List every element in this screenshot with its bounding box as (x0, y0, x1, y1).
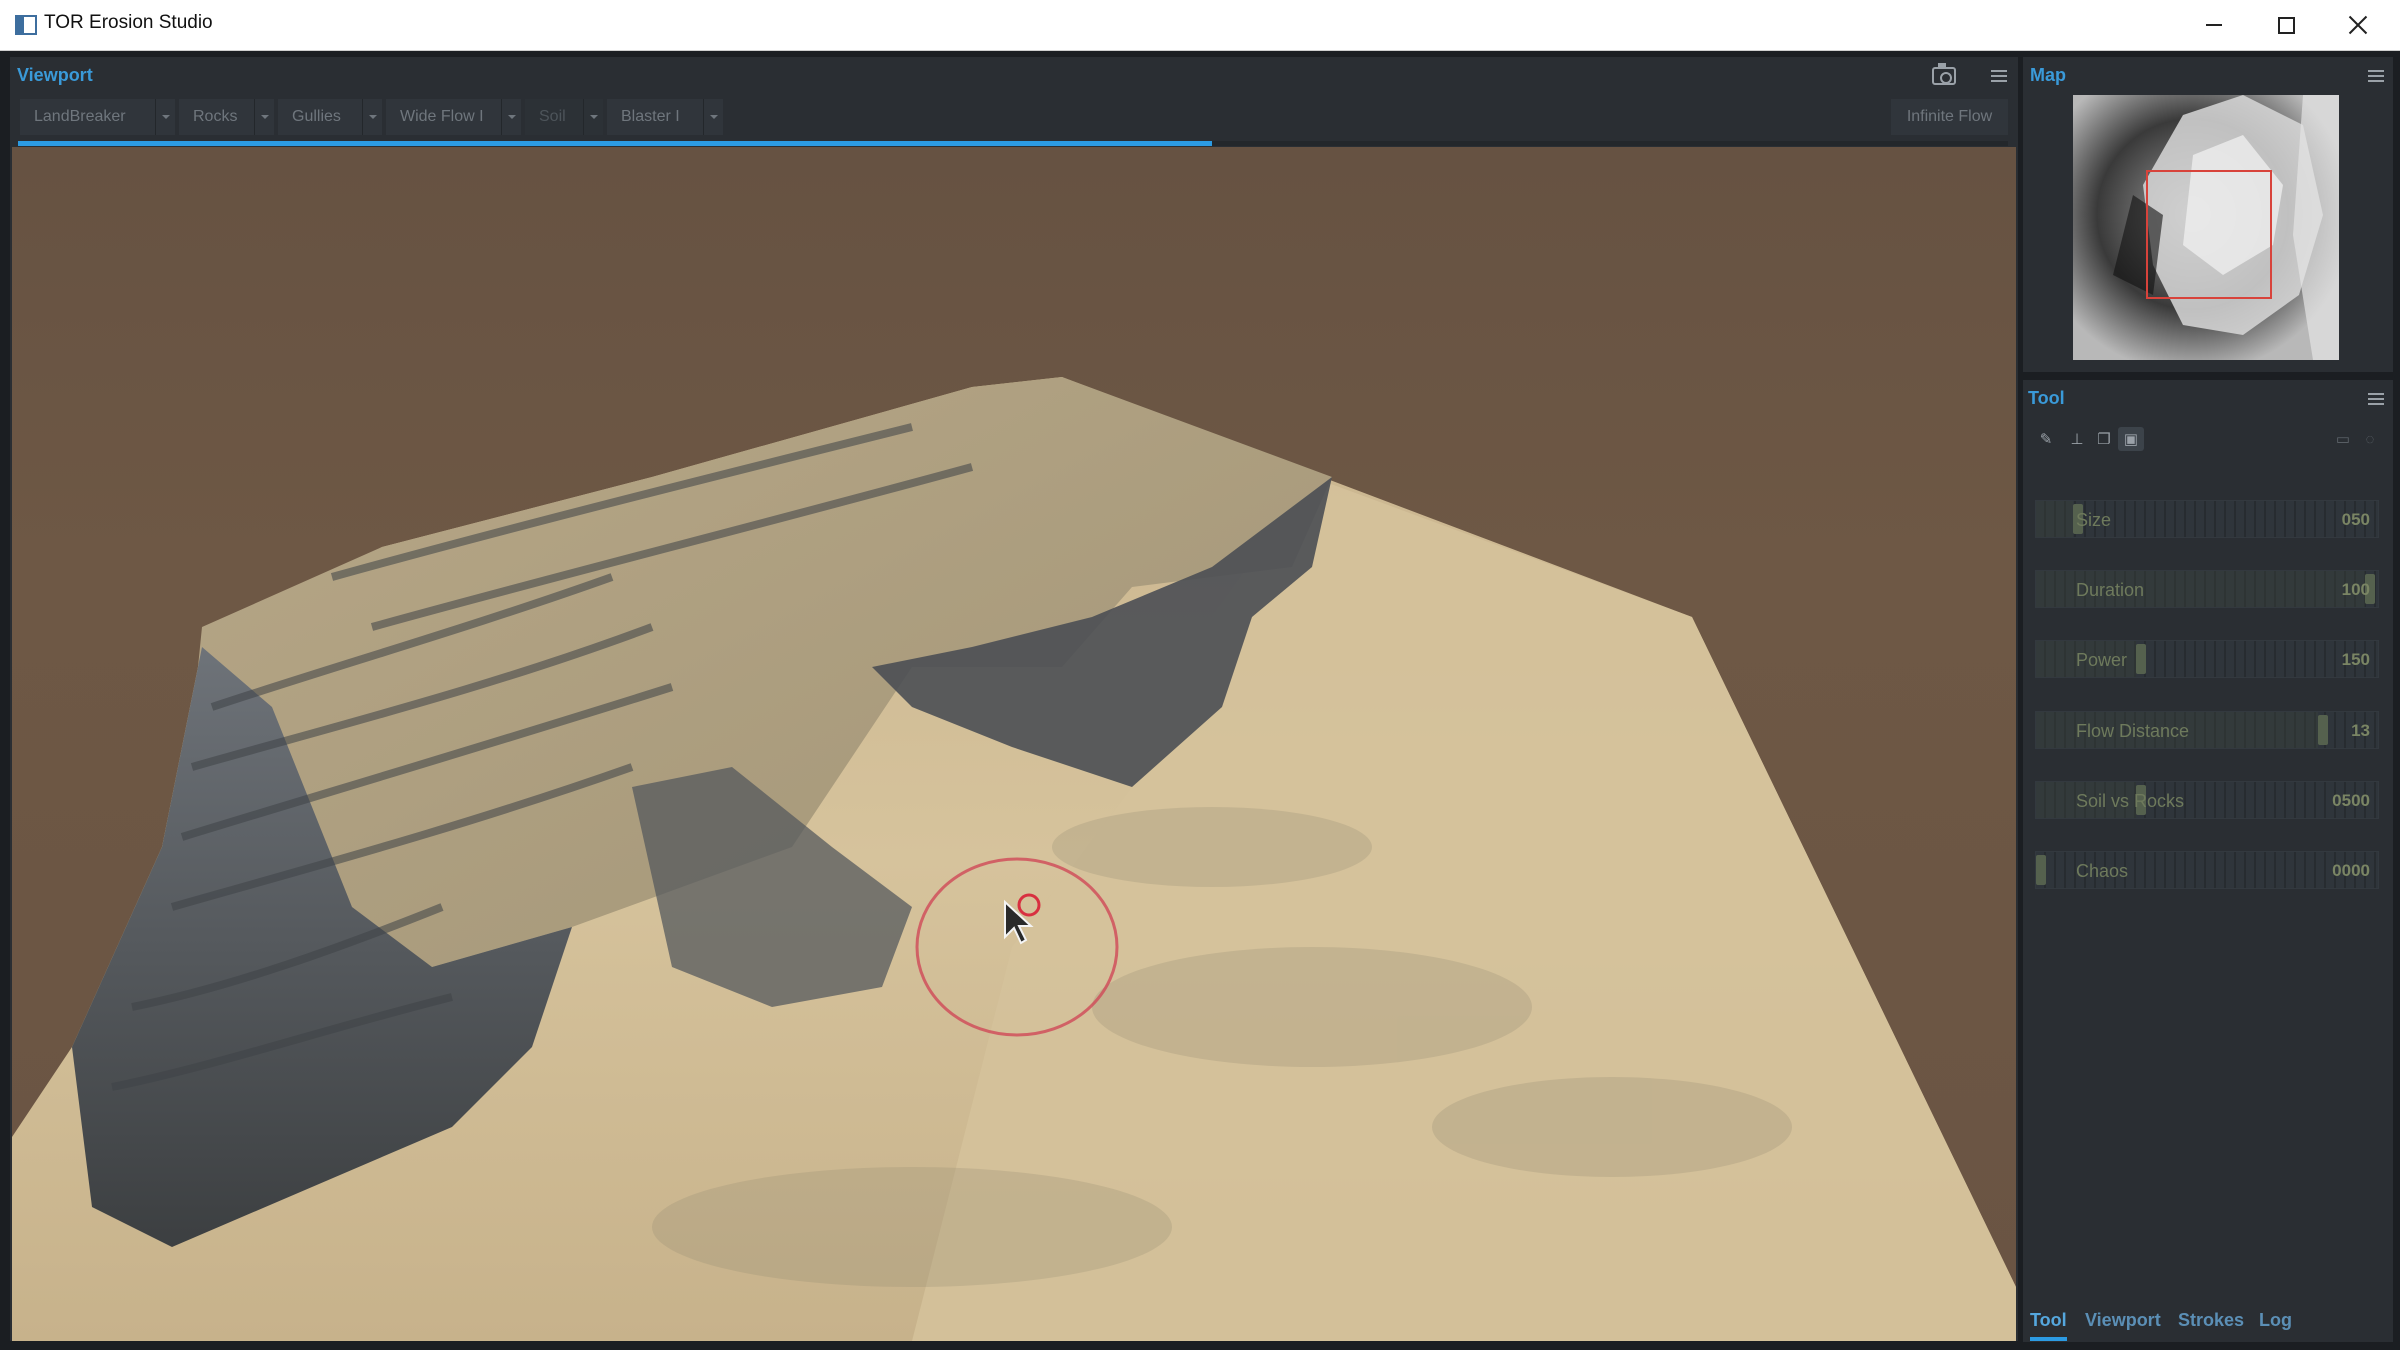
stamp-mode-icon[interactable]: ⊥ (2064, 427, 2090, 451)
soil-vs-rocks-slider[interactable]: Soil vs Rocks 0500 (2035, 781, 2379, 819)
slider-label: Flow Distance (2076, 721, 2190, 741)
tool-tab-soil[interactable]: Soil (525, 99, 603, 135)
maximize-icon (2277, 16, 2295, 34)
bottom-tab-strokes[interactable]: Strokes (2178, 1310, 2244, 1337)
chevron-down-icon[interactable] (362, 99, 382, 135)
chevron-down-icon[interactable] (501, 99, 521, 135)
infinite-flow-button[interactable]: Infinite Flow (1891, 99, 2008, 135)
maximize-button[interactable] (2250, 0, 2322, 50)
slider-label: Duration (2076, 580, 2145, 600)
minimap[interactable] (2073, 95, 2339, 360)
slider-value: 150 (2341, 650, 2370, 669)
bottom-tab-bar: Tool Viewport Strokes Log (2023, 1306, 2393, 1342)
slider-value: 0500 (2332, 791, 2370, 810)
slider-handle[interactable] (2036, 855, 2046, 885)
title-bar: TOR Erosion Studio (0, 0, 2400, 51)
minimize-button[interactable] (2178, 0, 2250, 50)
slider-value: 0000 (2332, 861, 2370, 880)
bottom-tab-log[interactable]: Log (2259, 1310, 2292, 1337)
simulation-progress-bar (18, 141, 2008, 146)
tool-tab-blaster[interactable]: Blaster I (607, 99, 723, 135)
slider-handle[interactable] (2136, 644, 2146, 674)
size-slider[interactable]: Size 050 (2035, 500, 2379, 538)
terrain-render (12, 377, 2016, 1341)
chevron-down-icon[interactable] (254, 99, 274, 135)
terrain-3d-view[interactable] (12, 147, 2016, 1341)
slider-label: Chaos (2076, 861, 2129, 881)
duration-slider[interactable]: Duration 100 (2035, 570, 2379, 608)
slider-label: Power (2076, 650, 2128, 670)
slider-handle[interactable] (2318, 715, 2328, 745)
brush-mode-icon[interactable]: ✎ (2033, 427, 2059, 451)
app-icon (15, 15, 37, 35)
power-slider[interactable]: Power 150 (2035, 640, 2379, 678)
tool-tab-landbreaker[interactable]: LandBreaker (20, 99, 175, 135)
settings-preset-icon[interactable]: ◌ (2357, 427, 2383, 451)
chevron-down-icon[interactable] (703, 99, 723, 135)
map-view-frame (2146, 170, 2272, 299)
slider-label: Size (2076, 510, 2112, 530)
save-preset-icon[interactable]: ▭ (2330, 427, 2356, 451)
slider-value: 050 (2341, 510, 2370, 529)
map-panel-title: Map (2030, 65, 2066, 85)
tool-panel-title: Tool (2028, 388, 2065, 408)
close-icon (2348, 15, 2368, 35)
window-title: TOR Erosion Studio (44, 12, 213, 33)
slider-value: 13 (2351, 721, 2370, 740)
camera-icon[interactable] (1932, 63, 1956, 85)
viewport-menu-icon[interactable] (1991, 70, 2007, 82)
tool-tab-label: Rocks (193, 108, 238, 125)
slider-label: Soil vs Rocks (2076, 791, 2185, 811)
progress-fill (18, 141, 1212, 146)
layer-mode-icon[interactable]: ▣ (2118, 427, 2144, 451)
tool-panel: Tool ✎ ⊥ ❐ ▣ ▭ ◌ Size 050 Duration 100 P… (2023, 380, 2393, 1342)
minimize-icon (2206, 24, 2222, 26)
chevron-down-icon[interactable] (583, 99, 603, 135)
map-menu-icon[interactable] (2368, 70, 2384, 82)
bottom-tab-viewport[interactable]: Viewport (2085, 1310, 2161, 1337)
tool-tab-label: Wide Flow I (400, 108, 484, 125)
tool-tab-label: Gullies (292, 108, 341, 125)
flow-distance-slider[interactable]: Flow Distance 13 (2035, 711, 2379, 749)
tool-tab-label: LandBreaker (34, 108, 126, 125)
chaos-slider[interactable]: Chaos 0000 (2035, 851, 2379, 889)
tool-tab-label: Soil (539, 108, 566, 125)
copy-mode-icon[interactable]: ❐ (2091, 427, 2117, 451)
viewport-panel-title: Viewport (17, 65, 93, 85)
close-button[interactable] (2322, 0, 2394, 50)
tool-tab-label: Blaster I (621, 108, 680, 125)
bottom-tab-tool[interactable]: Tool (2030, 1310, 2067, 1341)
slider-value: 100 (2341, 580, 2370, 599)
map-panel: Map (2023, 57, 2393, 372)
tool-tab-rocks[interactable]: Rocks (179, 99, 274, 135)
tool-menu-icon[interactable] (2368, 393, 2384, 405)
tool-tab-gullies[interactable]: Gullies (278, 99, 382, 135)
slider-fill (2036, 501, 2073, 537)
chevron-down-icon[interactable] (155, 99, 175, 135)
tool-tab-wide-flow[interactable]: Wide Flow I (386, 99, 521, 135)
viewport-panel: Viewport LandBreaker Rocks Gullies Wide … (10, 57, 2018, 1341)
